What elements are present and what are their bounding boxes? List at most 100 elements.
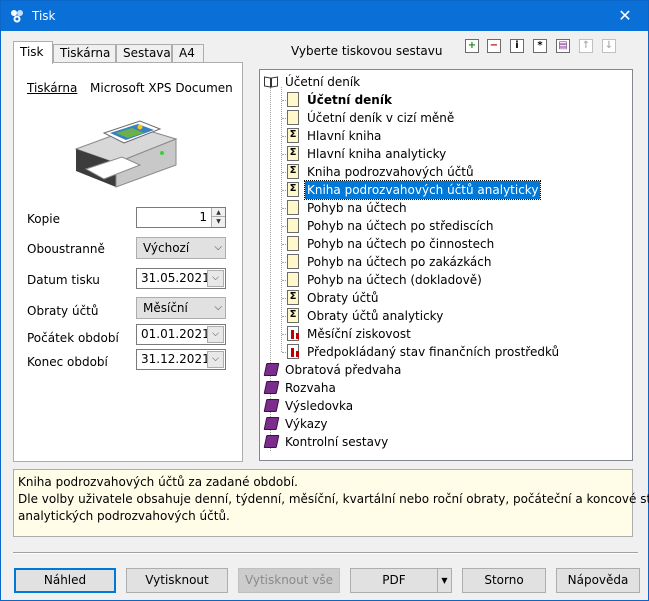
tree-item-label: Obraty účtů xyxy=(307,291,379,305)
add-icon[interactable]: + xyxy=(465,39,479,53)
tree-group-label: Obratová předvaha xyxy=(285,363,402,377)
tree-item-label: Měsíční ziskovost xyxy=(307,327,411,341)
description-line: Kniha podrozvahových účtů za zadané obdo… xyxy=(18,475,298,489)
oboustranne-select[interactable]: Výchozí ⌵ xyxy=(136,237,226,259)
book-icon xyxy=(263,435,280,448)
kopie-value: 1 xyxy=(199,210,207,224)
obraty-uctu-label: Obraty účtů xyxy=(27,304,99,318)
pocatek-label: Počátek období xyxy=(27,331,119,345)
tree-group-label: Výkazy xyxy=(285,417,328,431)
tab-a4[interactable]: A4 xyxy=(172,44,204,63)
book-icon xyxy=(263,399,280,412)
konec-label: Konec období xyxy=(27,355,108,369)
obraty-uctu-select[interactable]: Měsíční ⌵ xyxy=(136,297,226,319)
datum-tisku-value: 31.05.2021 xyxy=(141,271,210,285)
oboustranne-value: Výchozí xyxy=(143,241,190,255)
tab-tiskarna[interactable]: Tiskárna xyxy=(53,44,116,63)
spin-down-icon[interactable]: ▼ xyxy=(212,217,225,226)
page-icon xyxy=(287,110,299,125)
copy-icon[interactable]: ▤ xyxy=(556,39,570,53)
print-dialog: Tisk ✕ Tisk Tiskárna Sestava A4 Tiskárna… xyxy=(0,0,649,601)
page-icon xyxy=(287,254,299,269)
tab-sestava[interactable]: Sestava xyxy=(116,44,172,63)
move-up-icon: ↑ xyxy=(579,39,593,53)
page-icon xyxy=(287,218,299,233)
kopie-spin[interactable]: ▲ ▼ xyxy=(211,208,225,227)
chevron-down-icon[interactable]: ▼ xyxy=(437,569,451,592)
select-report-label: Vyberte tiskovou sestavu xyxy=(291,44,443,58)
tree-item-label: Kniha podrozvahových účtů analyticky xyxy=(303,180,542,200)
tree-item-label: Účetní deník xyxy=(307,93,392,107)
pocatek-field[interactable]: 01.01.2021 ⌵ xyxy=(136,324,226,345)
chevron-down-icon[interactable]: ⌵ xyxy=(207,326,224,343)
tab-tisk[interactable]: Tisk xyxy=(13,41,53,64)
close-button[interactable]: ✕ xyxy=(602,1,648,31)
tree-item-label: Kniha podrozvahových účtů xyxy=(307,165,474,179)
page-icon xyxy=(287,236,299,251)
datum-tisku-field[interactable]: 31.05.2021 ⌵ xyxy=(136,268,226,289)
page-icon xyxy=(287,272,299,287)
konec-value: 31.12.2021 xyxy=(141,352,210,366)
sigma-icon: Σ xyxy=(287,164,299,179)
chevron-down-icon: ⌵ xyxy=(214,242,222,253)
tree-item-label: Pohyb na účtech (dokladově) xyxy=(307,273,482,287)
title-bar[interactable]: Tisk ✕ xyxy=(1,1,648,31)
printer-name: Microsoft XPS Document W xyxy=(90,81,232,95)
chart-icon xyxy=(287,326,299,341)
tree-item-label: Pohyb na účtech xyxy=(307,201,407,215)
tree-group-label: Rozvaha xyxy=(285,381,336,395)
window-title: Tisk xyxy=(32,9,56,23)
konec-field[interactable]: 31.12.2021 ⌵ xyxy=(136,349,226,370)
tab-panel-tisk: Tiskárna Microsoft XPS Document W xyxy=(13,62,243,462)
book-icon xyxy=(263,363,280,376)
book-icon xyxy=(263,417,280,430)
separator xyxy=(13,552,638,554)
chart-icon xyxy=(287,344,299,359)
sigma-icon: Σ xyxy=(287,308,299,323)
open-book-icon xyxy=(264,76,278,88)
tree-item-label: Předpokládaný stav finančních prostředků xyxy=(307,345,560,359)
chevron-down-icon: ⌵ xyxy=(214,302,222,313)
description-line: Dle volby uživatele obsahuje denní, týde… xyxy=(18,492,649,506)
properties-icon[interactable]: * xyxy=(533,39,547,53)
tree-root-label: Účetní deník xyxy=(285,75,361,89)
sigma-icon: Σ xyxy=(287,182,299,197)
move-down-icon: ↓ xyxy=(602,39,616,53)
preview-button[interactable]: Náhled xyxy=(14,568,116,593)
app-icon xyxy=(11,10,23,23)
book-icon xyxy=(263,381,280,394)
printer-icon xyxy=(74,120,178,188)
chevron-down-icon[interactable]: ⌵ xyxy=(207,270,224,287)
report-tree[interactable]: Účetní deník Účetní deník Účetní deník v … xyxy=(259,69,633,461)
tree-item-label: Obraty účtů analyticky xyxy=(307,309,444,323)
pdf-label: PDF xyxy=(382,573,406,587)
print-button[interactable]: Vytisknout xyxy=(126,568,228,593)
page-icon xyxy=(287,92,299,107)
tree-item-label: Hlavní kniha analyticky xyxy=(307,147,447,161)
print-all-button: Vytisknout vše xyxy=(238,568,340,593)
tree-group-label: Kontrolní sestavy xyxy=(285,435,389,449)
sigma-icon: Σ xyxy=(287,128,299,143)
kopie-label: Kopie xyxy=(27,212,60,226)
oboustranne-label: Oboustranně xyxy=(27,242,105,256)
printer-link[interactable]: Tiskárna xyxy=(27,81,77,95)
remove-icon[interactable]: − xyxy=(487,39,501,53)
tree-item-label: Pohyb na účtech po činnostech xyxy=(307,237,495,251)
sigma-icon: Σ xyxy=(287,146,299,161)
tree-item-label: Účetní deník v cizí měně xyxy=(307,111,455,125)
pocatek-value: 01.01.2021 xyxy=(141,327,210,341)
pdf-button[interactable]: PDF ▼ xyxy=(350,568,452,593)
obraty-uctu-value: Měsíční xyxy=(143,301,188,315)
spin-up-icon[interactable]: ▲ xyxy=(212,208,225,217)
page-icon xyxy=(287,200,299,215)
description-line: analytických podrozvahových účtů. xyxy=(18,509,230,523)
kopie-stepper[interactable]: 1 ▲ ▼ xyxy=(136,207,226,228)
info-icon[interactable]: i xyxy=(510,39,524,53)
datum-tisku-label: Datum tisku xyxy=(27,273,100,287)
tree-group-label: Výsledovka xyxy=(285,399,354,413)
tree-item-label: Pohyb na účtech po střediscích xyxy=(307,219,494,233)
cancel-button[interactable]: Storno xyxy=(462,568,546,593)
help-button[interactable]: Nápověda xyxy=(556,568,640,593)
chevron-down-icon[interactable]: ⌵ xyxy=(207,351,224,368)
sigma-icon: Σ xyxy=(287,290,299,305)
